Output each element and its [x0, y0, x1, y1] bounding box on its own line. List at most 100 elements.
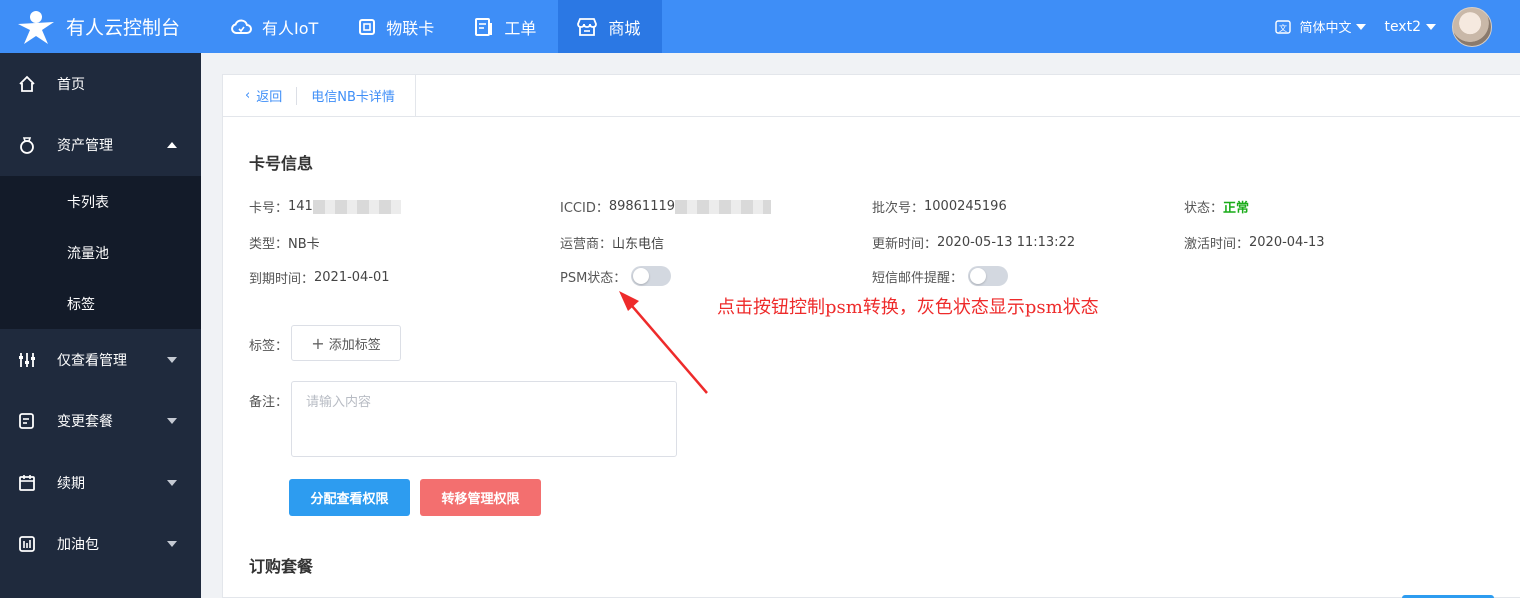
psm-toggle[interactable]	[631, 266, 672, 286]
tab-divider	[296, 86, 298, 105]
store-icon	[577, 17, 598, 36]
sim-card-icon	[359, 18, 376, 35]
nav-item-label: 物联卡	[386, 18, 435, 38]
sidebar-item-label: 变更套餐	[57, 414, 113, 431]
type-value: NB卡	[288, 237, 320, 252]
activated-time-value: 2020-04-13	[1249, 235, 1325, 250]
chevron-down-icon	[167, 418, 177, 425]
remark-label: 备注：	[249, 395, 289, 410]
add-tag-button[interactable]: + 添加标签	[291, 325, 401, 361]
sms-alert-label: 短信邮件提醒：	[872, 270, 964, 286]
activated-time-field: 激活时间： 2020-04-13	[1184, 233, 1325, 252]
chevron-down-icon	[1356, 23, 1367, 30]
chevron-left-icon: ‹	[245, 88, 251, 103]
toggle-knob	[633, 268, 650, 284]
sidebar-item-data-pool[interactable]: 流量池	[0, 227, 201, 278]
edit-plan-icon	[18, 412, 36, 430]
card-number-value: 141	[288, 199, 313, 214]
card-detail-panel: ‹ 返回 电信NB卡详情 卡号信息 卡号： 141 ICCID： 8986111…	[222, 74, 1520, 598]
chevron-down-icon	[1426, 23, 1436, 30]
cloud-icon	[231, 18, 252, 34]
chart-box-icon	[18, 535, 36, 553]
carrier-field: 运营商： 山东电信	[560, 233, 664, 252]
redacted-mask	[675, 199, 772, 214]
tab-bar: ‹ 返回 电信NB卡详情	[223, 74, 1520, 117]
top-nav: 有人IoT 物联卡 工单 商城	[212, 0, 663, 53]
updated-time-label: 更新时间：	[872, 237, 938, 252]
sms-alert-field: 短信邮件提醒：	[872, 266, 1009, 286]
transfer-manage-permission-button[interactable]: 转移管理权限	[420, 479, 541, 516]
psm-status-label: PSM状态：	[560, 270, 627, 286]
avatar[interactable]	[1452, 6, 1492, 47]
nav-item-label: 工单	[504, 18, 537, 38]
sidebar-item-card-list[interactable]: 卡列表	[0, 176, 201, 227]
type-field: 类型： NB卡	[249, 233, 320, 252]
iccid-field: ICCID： 89861119	[560, 197, 772, 216]
nav-item-label: 有人IoT	[262, 18, 319, 38]
sidebar-item-change-plan[interactable]: 变更套餐	[0, 391, 201, 453]
sidebar-item-label: 仅查看管理	[57, 352, 127, 369]
updated-time-value: 2020-05-13 11:13:22	[937, 235, 1076, 250]
sidebar-item-view-only[interactable]: 仅查看管理	[0, 329, 201, 391]
sidebar-item-tags[interactable]: 标签	[0, 278, 201, 329]
expiry-value: 2021-04-01	[314, 270, 390, 285]
assign-view-permission-button[interactable]: 分配查看权限	[289, 479, 410, 516]
expiry-label: 到期时间：	[249, 272, 315, 287]
nav-item-store[interactable]: 商城	[558, 0, 663, 53]
brand[interactable]: 有人云控制台	[0, 0, 202, 53]
iccid-label: ICCID：	[560, 201, 609, 216]
back-button[interactable]: ‹ 返回	[223, 86, 282, 105]
username: text2	[1384, 18, 1421, 35]
user-menu[interactable]: text2	[1384, 19, 1436, 35]
status-label: 状态：	[1184, 201, 1224, 216]
back-label: 返回	[256, 90, 283, 105]
expiry-field: 到期时间： 2021-04-01	[249, 268, 390, 287]
batch-value: 1000245196	[924, 199, 1007, 214]
translate-icon: 文	[1275, 19, 1292, 34]
sliders-icon	[18, 351, 36, 369]
top-right-area: 文 简体中文 text2	[1275, 0, 1520, 53]
sidebar-item-renewal[interactable]: 续期	[0, 452, 201, 514]
remark-textarea[interactable]	[291, 381, 677, 457]
language-label: 简体中文	[1299, 21, 1352, 36]
sidebar-item-home[interactable]: 首页	[0, 53, 201, 115]
sms-alert-toggle[interactable]	[968, 266, 1009, 286]
chevron-up-icon	[167, 142, 177, 149]
sidebar-item-label: 加油包	[57, 537, 99, 554]
sidebar-item-label: 资产管理	[57, 138, 113, 155]
card-info-title: 卡号信息	[249, 154, 314, 173]
nav-item-sim-card[interactable]: 物联卡	[340, 0, 456, 53]
annotation-text: 点击按钮控制psm转换，灰色状态显示psm状态	[717, 297, 1099, 318]
sidebar-item-label: 续期	[57, 475, 85, 492]
calendar-icon	[18, 474, 36, 492]
subscription-title: 订购套餐	[249, 557, 314, 576]
card-number-label: 卡号：	[249, 201, 289, 216]
carrier-value: 山东电信	[612, 237, 665, 252]
sidebar-item-data-pack[interactable]: 加油包	[0, 514, 201, 576]
asset-bag-icon	[18, 136, 36, 155]
toggle-knob	[970, 268, 987, 284]
sidebar: 首页 资产管理 卡列表 流量池 标签 仅查看管理 变更套餐 续期 加油包	[0, 53, 201, 598]
brand-logo-icon	[16, 8, 56, 46]
plus-icon: +	[311, 333, 325, 353]
chevron-down-icon	[167, 541, 177, 548]
psm-status-field: PSM状态：	[560, 266, 672, 286]
sidebar-item-label: 首页	[57, 76, 85, 93]
language-selector[interactable]: 文 简体中文	[1275, 17, 1367, 36]
add-tag-label: 添加标签	[328, 337, 381, 353]
sidebar-submenu: 卡列表 流量池 标签	[0, 176, 201, 329]
activated-time-label: 激活时间：	[1184, 237, 1250, 252]
carrier-label: 运营商：	[560, 237, 613, 252]
home-icon	[18, 75, 36, 93]
nav-item-ticket[interactable]: 工单	[456, 0, 558, 53]
sidebar-item-asset-management[interactable]: 资产管理	[0, 115, 201, 177]
tag-label: 标签：	[249, 339, 289, 354]
chevron-down-icon	[167, 356, 177, 363]
type-label: 类型：	[249, 237, 289, 252]
ticket-icon	[475, 17, 493, 36]
updated-time-field: 更新时间： 2020-05-13 11:13:22	[872, 233, 1075, 252]
tab-card-detail[interactable]: 电信NB卡详情	[311, 86, 395, 105]
svg-text:文: 文	[1279, 23, 1287, 33]
nav-item-iot[interactable]: 有人IoT	[212, 0, 340, 53]
status-field: 状态： 正常	[1184, 197, 1249, 216]
